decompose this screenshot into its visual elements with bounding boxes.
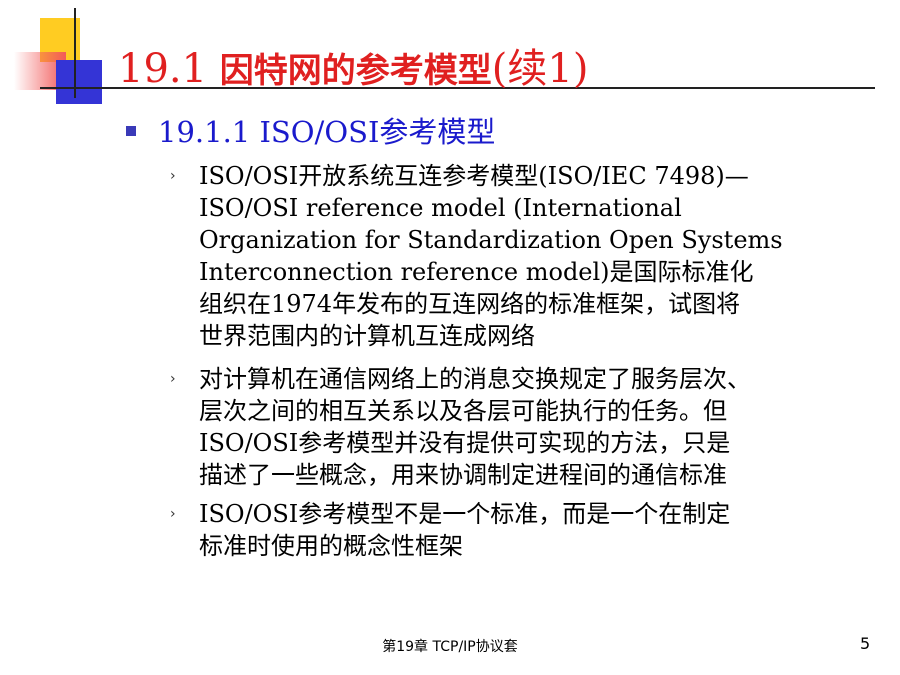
- section-heading-text: 19.1.1 ISO/OSI参考模型: [158, 115, 496, 149]
- decor-vertical-line: [74, 8, 76, 98]
- text-line: ISO/OSI参考模型不是一个标准，而是一个在制定: [199, 500, 731, 528]
- text-line: 层次之间的相互关系以及各层可能执行的任务。但: [199, 397, 727, 425]
- text-line: 世界范围内的计算机互连成网络: [199, 322, 535, 350]
- slide-title-number: 19.1: [118, 46, 208, 92]
- bullet-text: ISO/OSI参考模型不是一个标准，而是一个在制定 标准时使用的概念性框架: [199, 498, 730, 562]
- decor-blue-square: [56, 60, 102, 104]
- text-line: 组织在1974年发布的互连网络的标准框架，试图将: [199, 290, 741, 318]
- bullet-text: 对计算机在通信网络上的消息交换规定了服务层次、 层次之间的相互关系以及各层可能执…: [199, 363, 751, 491]
- text-line: Organization for Standardization Open Sy…: [199, 226, 783, 254]
- chevron-right-icon: ›: [170, 168, 176, 184]
- text-line: 描述了一些概念，用来协调制定进程间的通信标准: [199, 461, 727, 489]
- slide-title-text: 因特网的参考模型: [219, 51, 492, 91]
- chevron-right-icon: ›: [170, 506, 176, 522]
- text-line: ISO/OSI开放系统互连参考模型(ISO/IEC 7498)—: [199, 162, 749, 190]
- slide-title-suffix: (续1): [491, 46, 589, 92]
- text-line: 对计算机在通信网络上的消息交换规定了服务层次、: [199, 365, 751, 393]
- page-number: 5: [860, 634, 871, 653]
- square-bullet-icon: [126, 126, 136, 136]
- text-line: 标准时使用的概念性框架: [199, 532, 463, 560]
- text-line: Interconnection reference model)是国际标准化: [199, 258, 754, 286]
- bullet-text: ISO/OSI开放系统互连参考模型(ISO/IEC 7498)— ISO/OSI…: [199, 160, 783, 352]
- slide-footer: 第19章 TCP/IP协议套: [382, 639, 518, 655]
- chevron-right-icon: ›: [170, 371, 176, 387]
- section-heading: 19.1.1 ISO/OSI参考模型: [126, 112, 495, 152]
- slide-title: 19.1 因特网的参考模型(续1): [118, 42, 588, 98]
- text-line: ISO/OSI参考模型并没有提供可实现的方法，只是: [199, 429, 731, 457]
- text-line: ISO/OSI reference model (International: [199, 194, 682, 222]
